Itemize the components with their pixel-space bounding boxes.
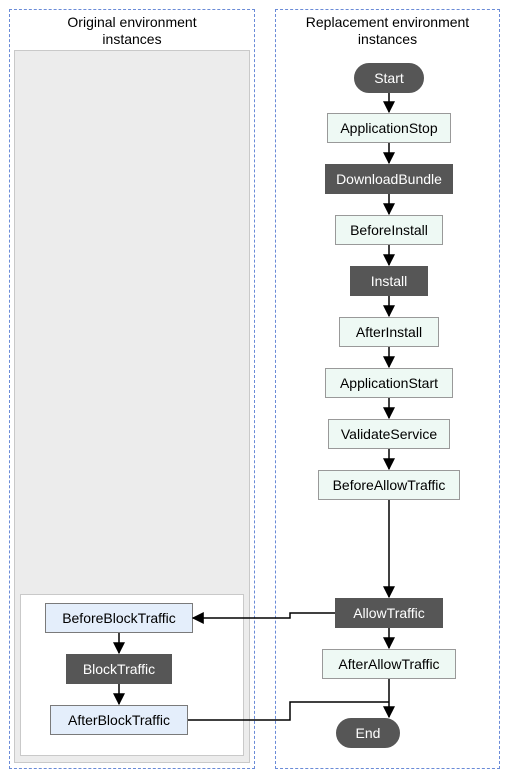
after-block-traffic: AfterBlockTraffic — [50, 705, 188, 735]
replacement-panel-title: Replacement environment instances — [276, 10, 499, 48]
before-block-traffic: BeforeBlockTraffic — [45, 603, 193, 633]
validate-service: ValidateService — [328, 419, 450, 449]
diagram-root: Original environment instances Replaceme… — [0, 0, 509, 778]
application-start: ApplicationStart — [325, 368, 453, 398]
original-panel-title: Original environment instances — [10, 10, 254, 48]
allow-traffic: AllowTraffic — [335, 598, 443, 628]
after-allow-traffic: AfterAllowTraffic — [322, 649, 456, 679]
before-allow-traffic: BeforeAllowTraffic — [318, 470, 460, 500]
application-stop: ApplicationStop — [327, 113, 451, 143]
block-traffic: BlockTraffic — [66, 654, 172, 684]
install: Install — [350, 266, 428, 296]
after-install: AfterInstall — [339, 317, 439, 347]
download-bundle: DownloadBundle — [325, 164, 453, 194]
start-node: Start — [354, 63, 424, 93]
end-node: End — [336, 718, 400, 748]
before-install: BeforeInstall — [335, 215, 443, 245]
